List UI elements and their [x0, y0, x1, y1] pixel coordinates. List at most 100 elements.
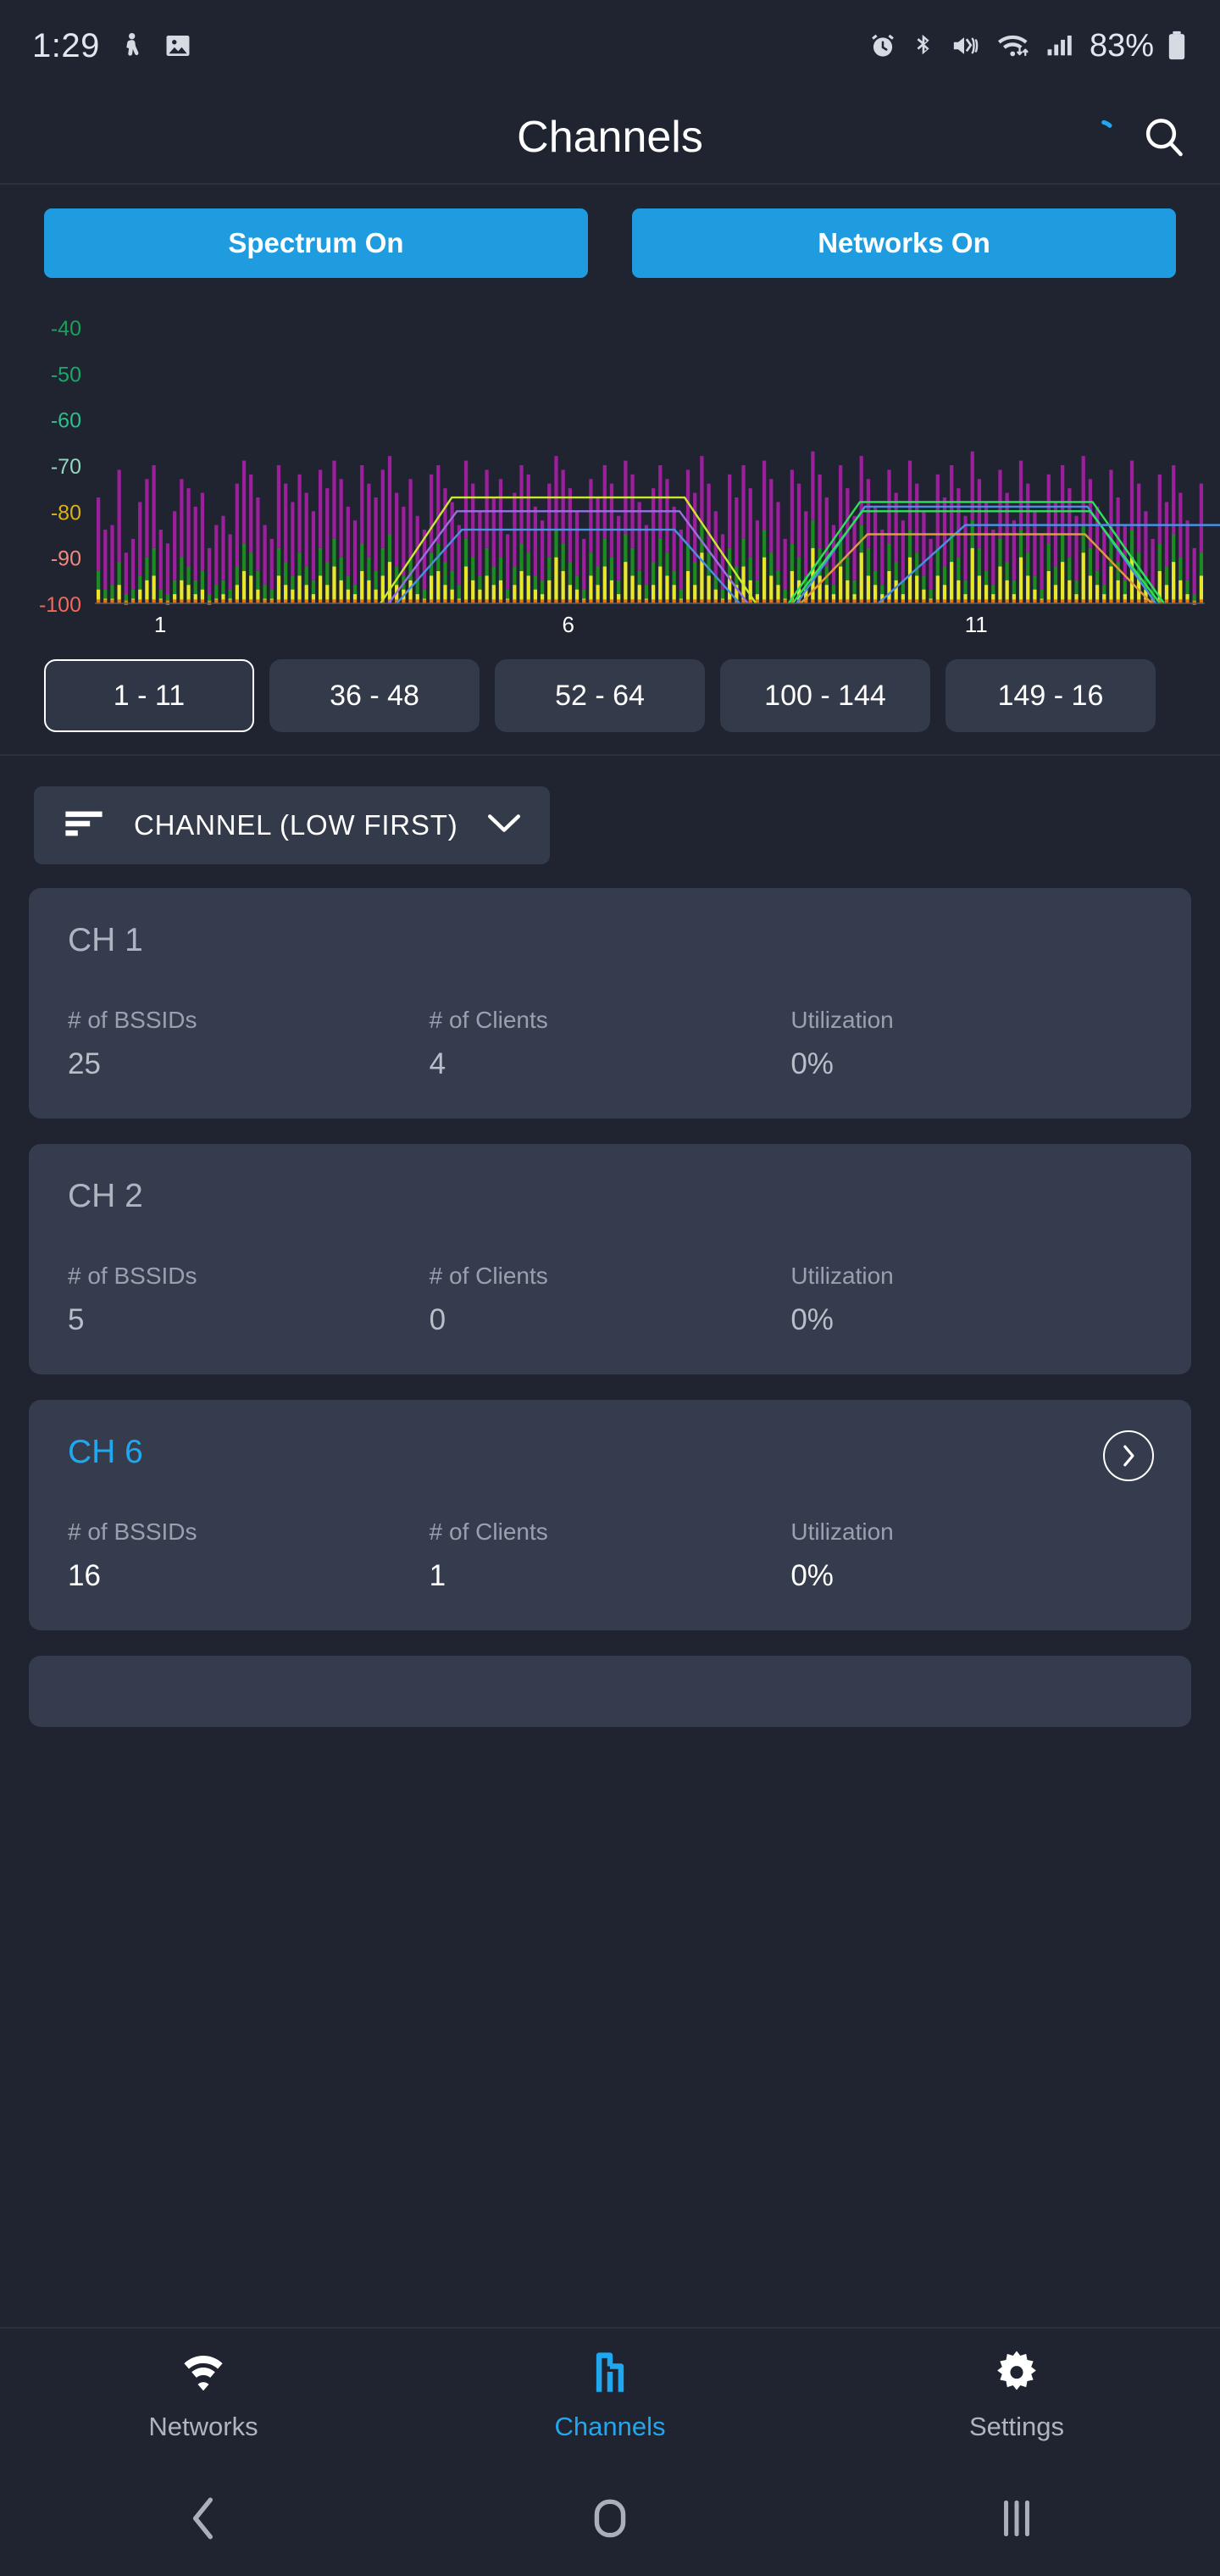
- bar-peak: [471, 483, 475, 558]
- bar-peak: [547, 483, 552, 558]
- channel-card-partial[interactable]: [29, 1656, 1191, 1727]
- spectrum-chart[interactable]: -40 -50 -60 -70 -80 -90 -100 1 6 11: [0, 308, 1220, 647]
- app-bar-actions: [1081, 92, 1195, 183]
- bar-peak: [533, 506, 538, 576]
- bar-high: [263, 585, 267, 599]
- app-screen: 1:29 83% Channels Spectrum On Networks O…: [0, 0, 1220, 2576]
- bar-mid: [374, 589, 378, 600]
- bar-high: [367, 557, 371, 580]
- metric-label: Utilization: [790, 1263, 894, 1289]
- bar-peak: [644, 525, 649, 586]
- bar-peak: [463, 460, 469, 539]
- bar-mid: [235, 585, 239, 600]
- sort-label: CHANNEL (LOW FIRST): [134, 809, 458, 841]
- bar-mid: [103, 598, 108, 600]
- bar-high: [269, 589, 274, 599]
- home-icon[interactable]: [407, 2496, 813, 2541]
- bar-mid: [533, 589, 538, 600]
- bar-peak: [970, 451, 974, 521]
- networks-toggle-button[interactable]: Networks On: [632, 208, 1176, 278]
- loading-arc-icon: [1081, 119, 1118, 156]
- bar-high: [346, 575, 350, 590]
- nav-item-networks[interactable]: Networks: [0, 2348, 407, 2442]
- y-axis-tick: -70: [51, 455, 81, 479]
- bluetooth-icon: [910, 31, 937, 61]
- bar-mid: [846, 580, 850, 600]
- bar-high: [180, 557, 184, 580]
- bar-mid: [894, 580, 898, 600]
- channel-card-title: CH 1: [68, 922, 143, 958]
- back-icon[interactable]: [0, 2496, 407, 2541]
- bar-peak: [367, 483, 371, 558]
- channel-card[interactable]: CH 1 # of BSSIDs 25 # of Clients 4 Utilizatio…: [29, 888, 1191, 1119]
- bar-mid: [935, 575, 940, 600]
- bar-high: [422, 589, 427, 599]
- recents-icon[interactable]: [813, 2496, 1220, 2541]
- bar-high: [776, 570, 780, 586]
- bar-peak: [984, 502, 989, 571]
- bar-high: [291, 575, 295, 590]
- network-shape: [787, 501, 1165, 604]
- range-tab-2[interactable]: 52 - 64: [495, 659, 705, 732]
- bar-low: [165, 600, 170, 605]
- sort-dropdown[interactable]: CHANNEL (LOW FIRST): [34, 786, 550, 864]
- bar-peak: [318, 469, 323, 548]
- bar-peak: [1137, 483, 1141, 553]
- bar-high: [491, 566, 496, 586]
- status-bar-right: 83%: [868, 28, 1188, 64]
- spectrum-chart-svg: -40 -50 -60 -70 -80 -90 -100 1 6 11: [39, 317, 1220, 637]
- bar-high: [1026, 552, 1030, 576]
- bar-peak: [617, 515, 621, 580]
- bar-high: [249, 552, 253, 576]
- range-tab-4[interactable]: 149 - 16: [946, 659, 1156, 732]
- app-bar: Channels: [0, 92, 1220, 185]
- bar-peak: [651, 488, 656, 563]
- range-tab-1[interactable]: 36 - 48: [269, 659, 480, 732]
- range-tab-0[interactable]: 1 - 11: [44, 659, 254, 732]
- bar-peak: [395, 492, 399, 567]
- bar-peak: [769, 479, 774, 553]
- bar-mid: [332, 566, 336, 600]
- metric: # of Clients 1: [430, 1518, 791, 1593]
- bar-mid: [297, 575, 302, 600]
- bar-mid: [1172, 562, 1176, 600]
- wifi-icon: [177, 2348, 230, 2400]
- bar-mid: [769, 575, 774, 600]
- bar-high: [866, 547, 871, 576]
- bar-peak: [519, 465, 524, 544]
- bar-mid: [644, 598, 649, 600]
- page-title: Channels: [517, 113, 703, 162]
- bar-high: [602, 538, 607, 567]
- channel-card[interactable]: CH 6 # of BSSIDs 16 # of Clients 1 Utilizatio…: [29, 1400, 1191, 1630]
- bar-mid: [1164, 585, 1169, 600]
- bar-peak: [1129, 460, 1134, 530]
- search-icon[interactable]: [1134, 107, 1195, 168]
- bar-high: [138, 575, 142, 590]
- bar-high: [1068, 557, 1072, 580]
- bar-peak: [1026, 483, 1030, 553]
- bar-high: [1061, 534, 1065, 563]
- chevron-right-icon[interactable]: [1103, 1430, 1154, 1481]
- bar-mid: [318, 575, 323, 600]
- metric: # of Clients 4: [430, 1007, 791, 1081]
- bar-peak: [1144, 511, 1148, 576]
- spectrum-toggle-button[interactable]: Spectrum On: [44, 208, 588, 278]
- bar-mid: [1185, 594, 1190, 600]
- channel-card[interactable]: CH 2 # of BSSIDs 5 # of Clients 0 Utilization…: [29, 1144, 1191, 1374]
- bar-high: [755, 580, 760, 595]
- x-axis-tick: 11: [965, 612, 988, 637]
- bar-high: [762, 530, 767, 558]
- bar-peak: [811, 451, 815, 521]
- metric-value: 0%: [790, 1303, 834, 1336]
- bar-mid: [1123, 594, 1127, 600]
- range-tab-3[interactable]: 100 - 144: [720, 659, 930, 732]
- bar-high: [360, 543, 364, 571]
- bar-high: [228, 589, 232, 599]
- nav-item-channels[interactable]: Channels: [407, 2348, 813, 2442]
- bar-high: [103, 589, 108, 599]
- bar-peak: [311, 511, 316, 580]
- bar-mid: [672, 585, 676, 600]
- bar-high: [311, 580, 316, 595]
- nav-item-settings[interactable]: Settings: [813, 2348, 1220, 2442]
- bottom-navigation: Networks Channels Settings: [0, 2327, 1220, 2461]
